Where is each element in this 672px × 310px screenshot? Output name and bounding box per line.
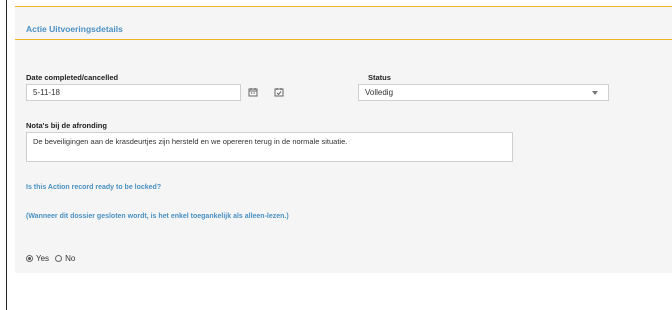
lock-radio-group: Yes No (26, 254, 81, 263)
calendar-icon[interactable] (248, 87, 258, 97)
date-label: Date completed/cancelled (26, 73, 119, 82)
action-details-panel: Actie Uitvoeringsdetails Date completed/… (15, 6, 672, 273)
notes-textarea[interactable]: De beveiligingen aan de krasdeurtjes zij… (26, 132, 513, 162)
radio-yes[interactable] (26, 255, 33, 262)
radio-no[interactable] (55, 255, 63, 262)
lock-note: (Wanneer dit dossier gesloten wordt, is … (26, 213, 289, 220)
calendar-check-icon[interactable] (274, 87, 284, 97)
notes-label: Nota's bij de afronding (26, 121, 107, 130)
section-divider (15, 39, 672, 40)
left-border (6, 0, 7, 310)
radio-no-label[interactable]: No (65, 254, 75, 263)
section-title: Actie Uitvoeringsdetails (26, 24, 123, 34)
status-select[interactable]: Volledig (358, 84, 609, 101)
radio-yes-label[interactable]: Yes (36, 254, 49, 263)
status-value: Volledig (365, 88, 394, 97)
date-input[interactable]: 5-11-18 (26, 84, 241, 101)
status-label: Status (368, 73, 391, 82)
lock-question: Is this Action record ready to be locked… (26, 184, 162, 191)
chevron-down-icon[interactable] (592, 91, 598, 95)
